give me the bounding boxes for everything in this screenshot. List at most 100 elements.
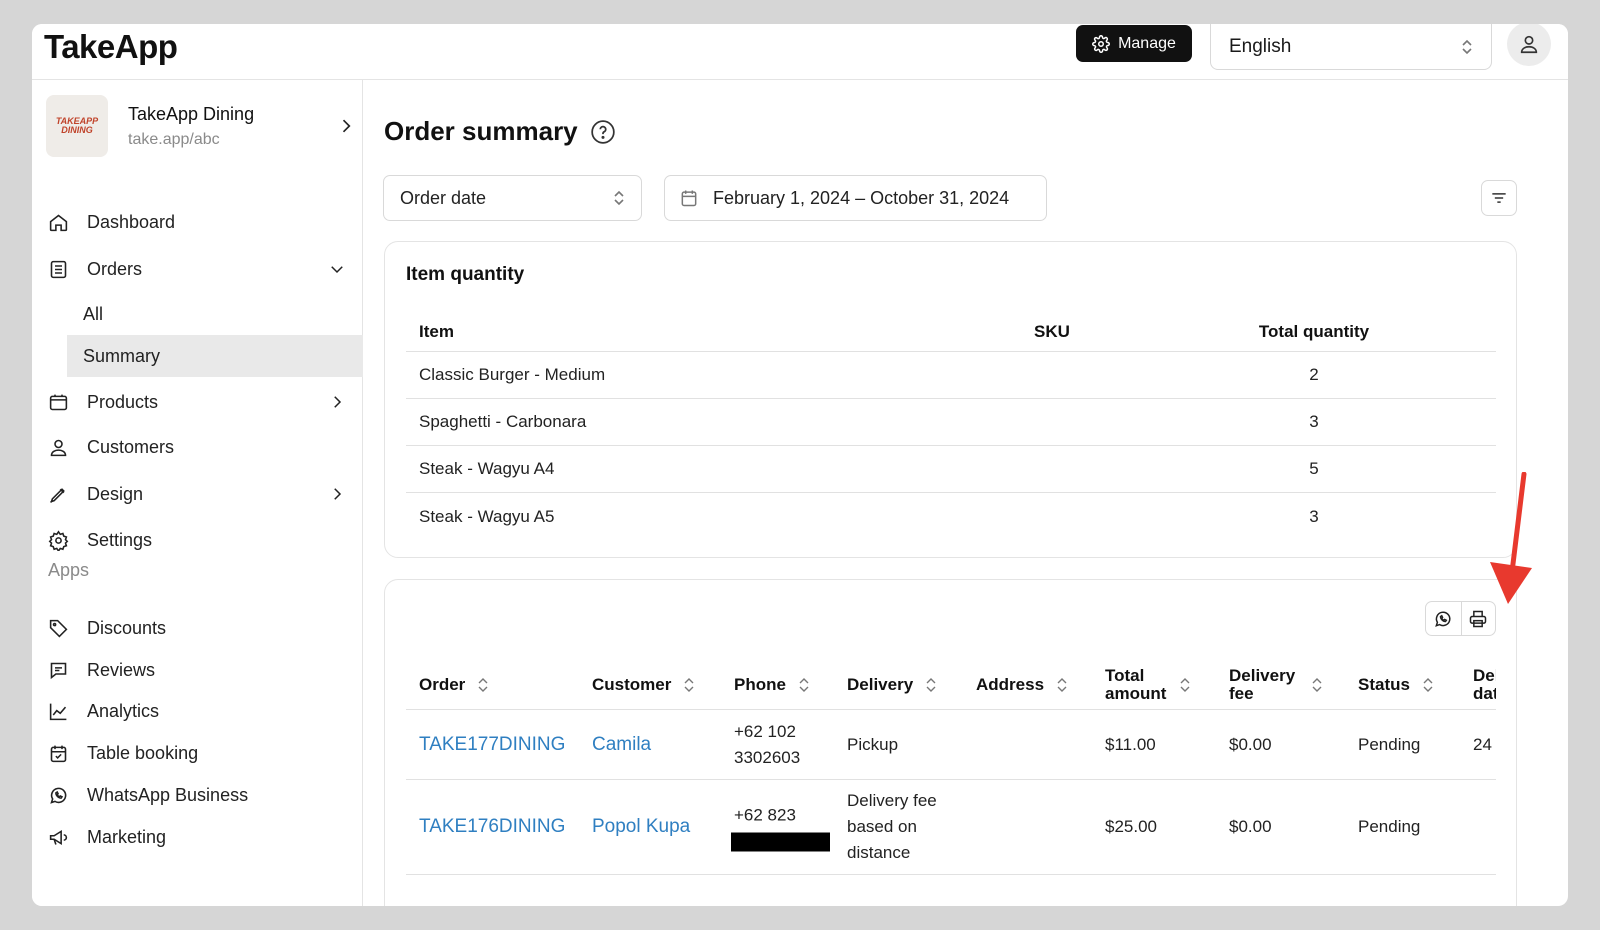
sort-icon — [926, 678, 936, 692]
chevron-right-icon — [334, 396, 342, 408]
customer-link[interactable]: Camila — [592, 732, 651, 758]
sidebar-item-label: Reviews — [87, 659, 156, 680]
review-icon — [50, 662, 66, 679]
sort-icon — [1057, 678, 1067, 692]
column-customer[interactable]: Customer — [592, 660, 695, 709]
store-url: take.app/abc — [128, 130, 220, 148]
table-row: Classic Burger - Medium 2 — [406, 352, 1496, 399]
manage-button[interactable]: Manage — [1076, 25, 1192, 62]
user-icon — [1520, 35, 1538, 54]
column-total-amount[interactable]: Total amount — [1105, 660, 1205, 709]
sidebar-item-settings[interactable]: Settings — [46, 520, 346, 560]
fee-cell: $0.00 — [1229, 817, 1272, 836]
sidebar-item-label: Discounts — [87, 617, 167, 638]
orders-table-header: Order Customer Phone Delivery Address To… — [406, 660, 1496, 710]
megaphone-icon — [49, 829, 67, 845]
language-value: English — [1229, 35, 1292, 57]
store-logo: TAKEAPP DINING — [46, 95, 108, 157]
sidebar-item-label: WhatsApp Business — [87, 784, 249, 805]
customer-link[interactable]: Popol Kupa — [592, 814, 690, 840]
sidebar-item-label: Products — [87, 391, 159, 412]
column-delivery-date[interactable]: Delivery date — [1473, 660, 1496, 709]
table-row: Steak - Wagyu A5 3 — [419, 506, 1319, 526]
sidebar-item-dashboard[interactable]: Dashboard — [46, 202, 346, 242]
date-range-picker[interactable]: February 1, 2024 – October 31, 2024 — [664, 175, 1047, 221]
redaction-bar — [731, 832, 830, 852]
sidebar-subitem-summary[interactable]: Summary — [67, 335, 363, 377]
apps-section-title: Apps — [48, 560, 90, 580]
sidebar: TAKEAPP DINING TakeApp Dining take.app/ab… — [32, 80, 363, 906]
order-link[interactable]: TAKE176DINING — [419, 814, 565, 840]
chevron-right-icon — [334, 488, 342, 500]
sidebar-item-label: Dashboard — [87, 211, 176, 232]
sidebar-item-label: Settings — [87, 529, 153, 550]
filter-icon — [1492, 193, 1506, 203]
sort-icon — [1180, 678, 1190, 692]
manage-label: Manage — [1118, 34, 1176, 52]
orders-card: Order Customer Phone Delivery Address To… — [384, 579, 1517, 906]
sidebar-item-whatsapp-business[interactable]: WhatsApp Business — [46, 775, 346, 815]
calendar-icon — [681, 190, 697, 207]
item-quantity-title: Item quantity — [406, 264, 525, 285]
sidebar-subitem-all[interactable]: All — [67, 293, 363, 335]
sort-icon — [1312, 678, 1322, 692]
phone-cell: +62 102 3302603 — [734, 721, 801, 767]
orders-icon — [50, 260, 66, 278]
sidebar-item-label: Table booking — [87, 742, 199, 763]
gear-icon — [48, 529, 68, 551]
filter-button[interactable] — [1481, 180, 1517, 216]
language-select[interactable]: English — [1210, 24, 1492, 70]
sidebar-item-marketing[interactable]: Marketing — [46, 817, 346, 857]
chevron-updown-icon — [1462, 39, 1472, 54]
sidebar-item-label: Customers — [87, 436, 175, 457]
whatsapp-icon — [49, 787, 66, 804]
total-cell: $11.00 — [1105, 734, 1156, 754]
status-cell: Pending — [1358, 734, 1421, 754]
sidebar-item-label: Design — [87, 483, 144, 504]
sidebar-item-products[interactable]: Products — [46, 382, 346, 422]
column-delivery-fee[interactable]: Delivery fee — [1229, 660, 1333, 709]
gear-icon — [1092, 34, 1111, 53]
chevron-updown-icon — [614, 190, 624, 206]
home-icon — [49, 214, 67, 231]
store-switcher[interactable]: TAKEAPP DINING TakeApp Dining take.app/ab… — [46, 94, 356, 158]
column-phone[interactable]: Phone — [734, 660, 810, 709]
column-delivery[interactable]: Delivery — [847, 660, 937, 709]
page-title: Order summary — [384, 116, 616, 147]
sidebar-item-discounts[interactable]: Discounts — [46, 608, 346, 648]
table-row: TAKE176DINING Popol Kupa +62 823 Deliver… — [406, 780, 1496, 875]
order-link[interactable]: TAKE177DINING — [419, 732, 565, 758]
item-quantity-card: Item quantity Item SKU Total quantity Cl… — [384, 241, 1517, 558]
sidebar-item-customers[interactable]: Customers — [46, 427, 346, 467]
user-avatar[interactable] — [1507, 24, 1551, 66]
sidebar-item-label: Orders — [87, 258, 143, 279]
column-order[interactable]: Order — [419, 660, 489, 709]
help-icon[interactable] — [590, 119, 616, 145]
whatsapp-share-button[interactable] — [1426, 602, 1461, 635]
sort-icon — [478, 678, 488, 692]
sidebar-item-analytics[interactable]: Analytics — [46, 691, 346, 731]
sidebar-item-reviews[interactable]: Reviews — [46, 650, 346, 690]
pen-icon — [49, 487, 65, 503]
status-cell: Pending — [1358, 817, 1421, 836]
customer-icon — [50, 439, 66, 456]
whatsapp-icon — [1435, 611, 1451, 627]
sidebar-item-orders[interactable]: Orders — [46, 249, 346, 289]
column-address[interactable]: Address — [976, 660, 1068, 709]
sort-icon — [799, 678, 809, 692]
total-cell: $25.00 — [1105, 817, 1157, 836]
date-cell: 24 — [1473, 734, 1492, 754]
order-date-select[interactable]: Order date — [383, 175, 642, 221]
column-status[interactable]: Status — [1358, 660, 1434, 709]
app-logo[interactable]: TakeApp — [44, 28, 178, 66]
sidebar-item-design[interactable]: Design — [46, 474, 346, 514]
chevron-down-icon — [331, 266, 343, 274]
sidebar-item-table-booking[interactable]: Table booking — [46, 733, 346, 773]
table-row: Spaghetti - Carbonara 3 — [406, 399, 1496, 446]
tag-icon — [49, 619, 67, 637]
products-icon — [49, 394, 67, 410]
chevron-right-icon — [342, 119, 351, 133]
delivery-cell: Pickup — [847, 734, 899, 754]
annotation-arrow — [1490, 472, 1532, 604]
top-bar: TakeApp Manage English — [32, 24, 1568, 80]
